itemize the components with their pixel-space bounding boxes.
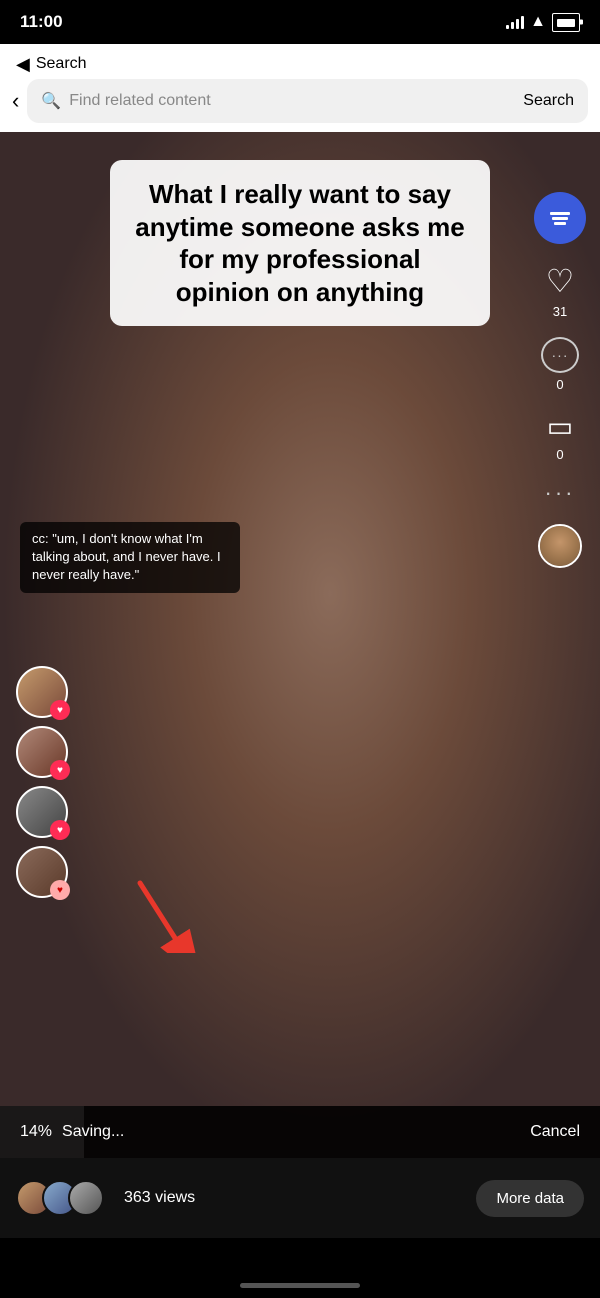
search-button[interactable]: Search [523,92,574,110]
search-bar[interactable]: 🔍 Find related content Search [27,79,588,123]
back-arrow-icon: ◀ [16,54,30,75]
views-count: 363 views [124,1189,476,1207]
user-avatar-4[interactable]: ♥ [16,846,68,898]
cc-text: cc: "um, I don't know what I'm talking a… [32,530,228,585]
bottom-avatars [16,1180,94,1216]
bookmark-icon: ▭ [547,410,573,443]
battery-icon [552,13,580,32]
status-time: 11:00 [20,12,63,32]
layers-icon [550,212,570,225]
stack-icon-circle [534,192,586,244]
status-bar: 11:00 ▲ [0,0,600,44]
red-arrow-icon [120,873,200,953]
comment-dots: ··· [552,347,569,363]
left-avatars: ♥ ♥ ♥ ♥ [16,666,68,898]
stack-action[interactable] [534,192,586,244]
comment-count: 0 [556,377,563,392]
bookmark-count: 0 [556,447,563,462]
like-action[interactable]: ♡ 31 [546,262,575,319]
more-action[interactable]: ··· [545,480,576,506]
more-data-button[interactable]: More data [476,1180,584,1217]
bookmark-action[interactable]: ▭ 0 [547,410,573,462]
save-bar: 14% Saving... Cancel [0,1106,600,1158]
cancel-button[interactable]: Cancel [530,1123,580,1141]
more-dots-icon: ··· [545,480,576,506]
nav-row: ◀ Search [0,54,600,75]
bottom-avatar-3 [68,1180,104,1216]
creator-avatar[interactable] [538,524,582,568]
search-icon: 🔍 [41,91,61,111]
nav-back-label[interactable]: Search [36,55,87,73]
home-indicator [240,1283,360,1288]
search-row: ‹ 🔍 Find related content Search [0,79,600,123]
caption-overlay: What I really want to say anytime someon… [110,160,490,326]
caption-text: What I really want to say anytime someon… [132,178,468,308]
wifi-icon: ▲ [530,13,546,31]
like-count: 31 [553,304,567,319]
heart-badge-2: ♥ [50,760,70,780]
comment-action[interactable]: ··· 0 [541,337,579,392]
video-area: What I really want to say anytime someon… [0,132,600,1158]
save-label: Saving... [62,1123,530,1141]
signal-icon [506,15,524,29]
heart-icon: ♡ [546,262,575,300]
cc-subtitle: cc: "um, I don't know what I'm talking a… [20,522,240,593]
status-icons: ▲ [506,13,580,32]
back-chevron-icon[interactable]: ‹ [12,88,19,114]
user-avatar-3[interactable]: ♥ [16,786,68,838]
arrow-indicator [120,873,200,958]
heart-badge-1: ♥ [50,700,70,720]
header: ◀ Search ‹ 🔍 Find related content Search [0,44,600,132]
user-avatar-2[interactable]: ♥ [16,726,68,778]
bottom-bar: 363 views More data [0,1158,600,1238]
right-actions: ♡ 31 ··· 0 ▭ 0 ··· [534,192,586,568]
heart-badge-3: ♥ [50,820,70,840]
comment-icon: ··· [541,337,579,373]
avatar-face [540,526,580,566]
save-progress-fill [0,1106,84,1158]
user-avatar-1[interactable]: ♥ [16,666,68,718]
search-input[interactable]: Find related content [69,92,515,110]
heart-badge-4: ♥ [50,880,70,900]
